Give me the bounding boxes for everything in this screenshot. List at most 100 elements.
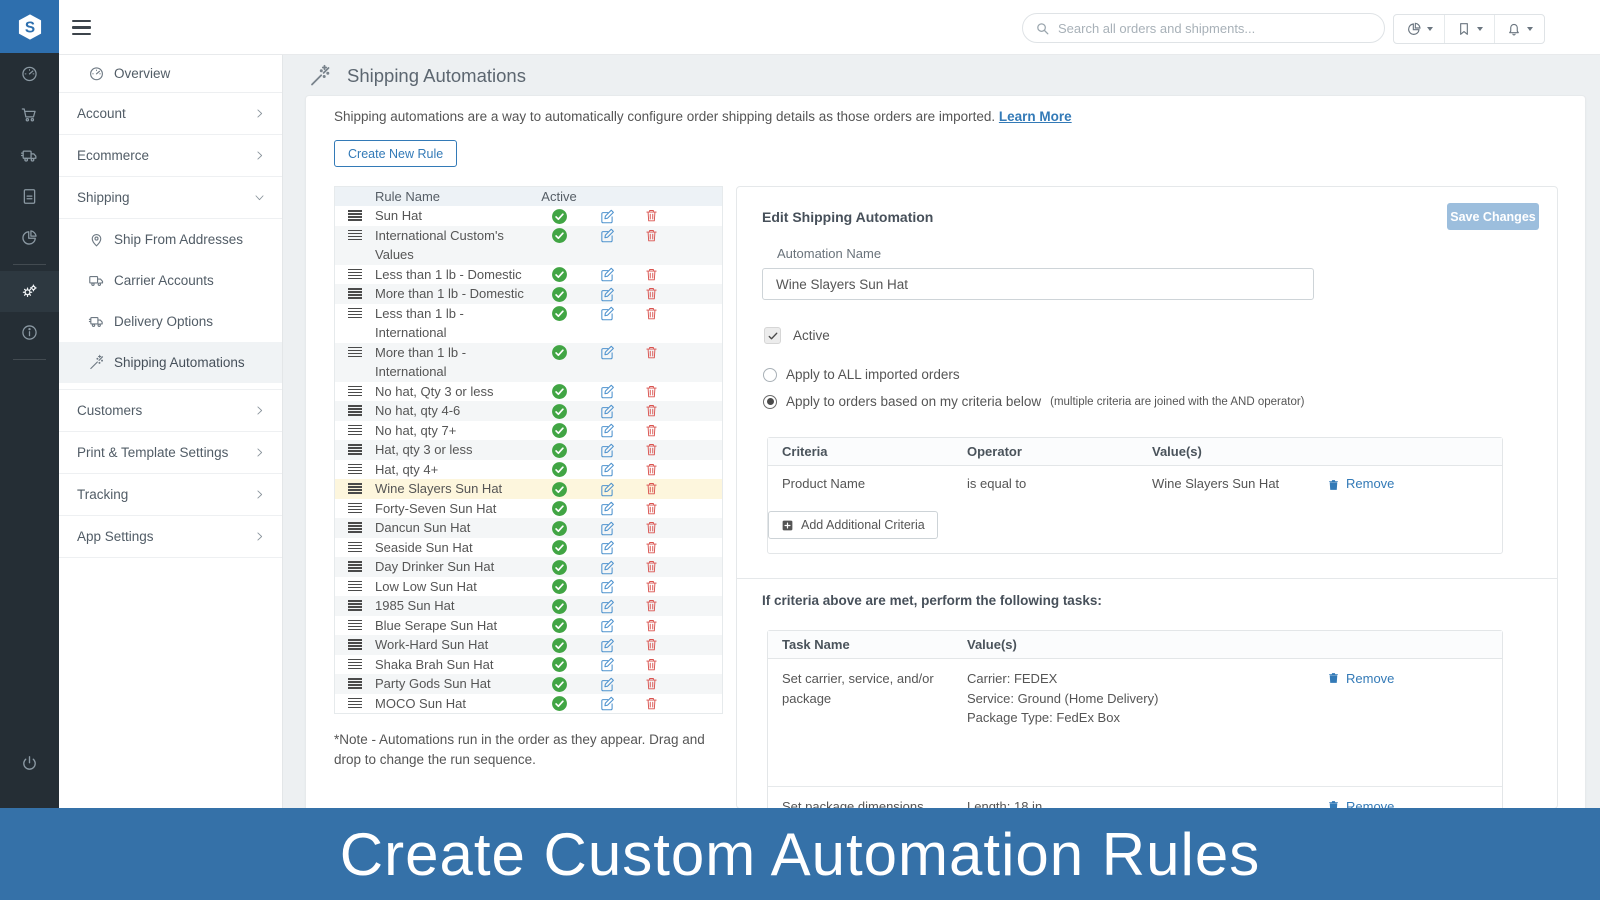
drag-handle-icon[interactable] <box>335 401 375 416</box>
drag-handle-icon[interactable] <box>335 538 375 553</box>
delete-rule-button[interactable] <box>629 440 673 458</box>
edit-rule-button[interactable] <box>585 382 629 401</box>
drag-handle-icon[interactable] <box>335 596 375 611</box>
delete-rule-button[interactable] <box>629 206 673 224</box>
drag-handle-icon[interactable] <box>335 577 375 592</box>
edit-rule-button[interactable] <box>585 577 629 596</box>
edit-rule-button[interactable] <box>585 460 629 479</box>
delete-rule-button[interactable] <box>629 635 673 653</box>
drag-handle-icon[interactable] <box>335 284 375 299</box>
search-input[interactable] <box>1058 21 1372 36</box>
edit-rule-button[interactable] <box>585 304 629 323</box>
edit-rule-button[interactable] <box>585 616 629 635</box>
edit-rule-button[interactable] <box>585 206 629 225</box>
sidebar-item-overview[interactable]: Overview <box>59 55 282 93</box>
drag-handle-icon[interactable] <box>335 518 375 533</box>
delete-rule-button[interactable] <box>629 518 673 536</box>
delete-rule-button[interactable] <box>629 557 673 575</box>
delete-rule-button[interactable] <box>629 265 673 283</box>
cart-icon[interactable] <box>0 94 59 135</box>
create-new-rule-button[interactable]: Create New Rule <box>334 140 457 167</box>
automation-name-input[interactable] <box>762 268 1314 300</box>
info-icon[interactable] <box>0 312 59 353</box>
drag-handle-icon[interactable] <box>335 206 375 221</box>
edit-rule-button[interactable] <box>585 499 629 518</box>
drag-handle-icon[interactable] <box>335 499 375 514</box>
edit-rule-button[interactable] <box>585 265 629 284</box>
edit-rule-button[interactable] <box>585 694 629 713</box>
sidebar-item-app-settings[interactable]: App Settings <box>59 516 282 558</box>
shipping-truck-icon[interactable] <box>0 135 59 176</box>
drag-handle-icon[interactable] <box>335 265 375 280</box>
edit-rule-button[interactable] <box>585 674 629 693</box>
delete-rule-button[interactable] <box>629 538 673 556</box>
drag-handle-icon[interactable] <box>335 694 375 709</box>
edit-rule-button[interactable] <box>585 557 629 576</box>
reports-menu-button[interactable] <box>1394 15 1444 43</box>
app-logo[interactable]: S <box>0 0 59 53</box>
sidebar-item-shipping[interactable]: Shipping <box>59 177 282 219</box>
drag-handle-icon[interactable] <box>335 460 375 475</box>
delete-rule-button[interactable] <box>629 479 673 497</box>
delete-rule-button[interactable] <box>629 304 673 322</box>
edit-rule-button[interactable] <box>585 284 629 303</box>
delete-rule-button[interactable] <box>629 655 673 673</box>
drag-handle-icon[interactable] <box>335 343 375 358</box>
active-checkbox[interactable] <box>764 327 781 344</box>
delete-rule-button[interactable] <box>629 694 673 712</box>
menu-hamburger-icon[interactable] <box>72 20 91 35</box>
remove-criteria-button[interactable]: Remove <box>1327 476 1394 491</box>
sidebar-item-shipping-automations[interactable]: Shipping Automations <box>59 342 282 383</box>
edit-rule-button[interactable] <box>585 343 629 362</box>
edit-rule-button[interactable] <box>585 518 629 537</box>
notifications-menu-button[interactable] <box>1494 15 1544 43</box>
edit-rule-button[interactable] <box>585 655 629 674</box>
drag-handle-icon[interactable] <box>335 674 375 689</box>
drag-handle-icon[interactable] <box>335 304 375 319</box>
edit-rule-button[interactable] <box>585 479 629 498</box>
drag-handle-icon[interactable] <box>335 382 375 397</box>
delete-rule-button[interactable] <box>629 499 673 517</box>
apply-all-radio[interactable] <box>763 368 777 382</box>
drag-handle-icon[interactable] <box>335 421 375 436</box>
drag-handle-icon[interactable] <box>335 479 375 494</box>
bookmarks-menu-button[interactable] <box>1444 15 1494 43</box>
apply-criteria-radio[interactable] <box>763 395 777 409</box>
settings-gears-icon[interactable] <box>0 271 59 312</box>
logout-power-icon[interactable] <box>0 744 59 782</box>
delete-rule-button[interactable] <box>629 460 673 478</box>
drag-handle-icon[interactable] <box>335 655 375 670</box>
delete-rule-button[interactable] <box>629 382 673 400</box>
edit-rule-button[interactable] <box>585 635 629 654</box>
document-icon[interactable] <box>0 176 59 217</box>
delete-rule-button[interactable] <box>629 577 673 595</box>
delete-rule-button[interactable] <box>629 596 673 614</box>
delete-rule-button[interactable] <box>629 674 673 692</box>
add-additional-criteria-button[interactable]: Add Additional Criteria <box>768 511 938 539</box>
sidebar-item-account[interactable]: Account <box>59 93 282 135</box>
sidebar-item-delivery-options[interactable]: Delivery Options <box>59 301 282 342</box>
delete-rule-button[interactable] <box>629 401 673 419</box>
edit-rule-button[interactable] <box>585 421 629 440</box>
remove-task-button[interactable]: Remove <box>1327 669 1394 689</box>
edit-rule-button[interactable] <box>585 440 629 459</box>
sidebar-item-print-template-settings[interactable]: Print & Template Settings <box>59 432 282 474</box>
pie-chart-icon[interactable] <box>0 217 59 258</box>
sidebar-item-customers[interactable]: Customers <box>59 390 282 432</box>
edit-rule-button[interactable] <box>585 401 629 420</box>
delete-rule-button[interactable] <box>629 343 673 361</box>
delete-rule-button[interactable] <box>629 421 673 439</box>
dashboard-gauge-icon[interactable] <box>0 53 59 94</box>
save-changes-button[interactable]: Save Changes <box>1447 203 1539 230</box>
sidebar-item-carrier-accounts[interactable]: Carrier Accounts <box>59 260 282 301</box>
drag-handle-icon[interactable] <box>335 557 375 572</box>
drag-handle-icon[interactable] <box>335 226 375 241</box>
edit-rule-button[interactable] <box>585 596 629 615</box>
delete-rule-button[interactable] <box>629 226 673 244</box>
edit-rule-button[interactable] <box>585 226 629 245</box>
drag-handle-icon[interactable] <box>335 635 375 650</box>
edit-rule-button[interactable] <box>585 538 629 557</box>
drag-handle-icon[interactable] <box>335 616 375 631</box>
delete-rule-button[interactable] <box>629 284 673 302</box>
learn-more-link[interactable]: Learn More <box>999 109 1072 124</box>
